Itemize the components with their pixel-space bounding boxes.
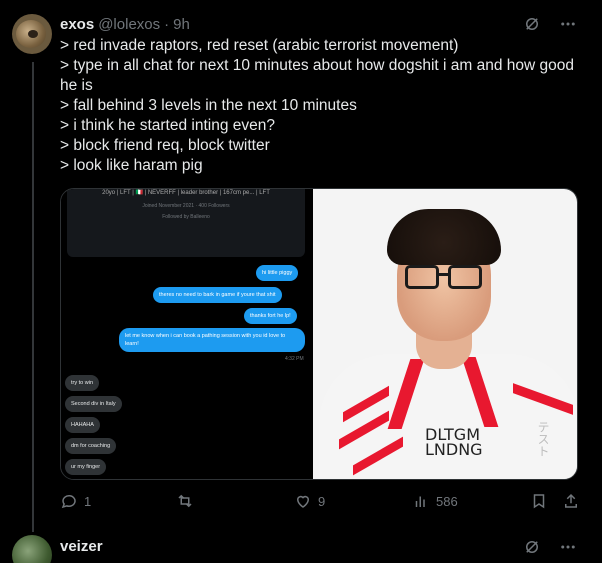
separator-dot: ·	[164, 15, 170, 33]
media-attachment[interactable]: 20yo | LFT | 🇮🇹 | NEVERFF | leader broth…	[60, 188, 578, 480]
bookmark-icon	[533, 494, 545, 509]
glasses-bridge	[438, 273, 449, 276]
message-bubble-outgoing: hi little piggy	[256, 265, 299, 281]
author-name[interactable]: exos	[60, 16, 94, 33]
next-post-author-name[interactable]: veizer	[60, 538, 103, 555]
message-bubble-outgoing: let me know when i can book a pathing se…	[119, 328, 305, 352]
profile-card: 20yo | LFT | 🇮🇹 | NEVERFF | leader broth…	[67, 189, 305, 257]
reply-button[interactable]: 1	[60, 492, 91, 510]
repost-icon	[178, 494, 192, 508]
author-handle[interactable]: @lolexos	[98, 16, 160, 33]
post-line: > block friend req, block twitter	[60, 137, 270, 154]
post-line: > fall behind 3 levels in the next 10 mi…	[60, 97, 357, 114]
more-icon[interactable]	[558, 14, 578, 34]
post-actions: 1 9 586	[60, 492, 578, 512]
share-icon	[565, 493, 577, 508]
thread-connector-line	[32, 62, 34, 532]
message-bubble-incoming: try to win	[65, 375, 100, 391]
message-bubble-outgoing: thanks fort he lp!	[244, 308, 297, 324]
post-line: > look like haram pig	[60, 157, 203, 174]
analytics-icon	[415, 496, 425, 507]
like-button[interactable]: 9	[294, 492, 325, 510]
view-count: 586	[436, 493, 458, 509]
share-button[interactable]	[562, 492, 580, 510]
portrait-photo[interactable]: DLTGM LNDNG テスト	[313, 189, 577, 479]
avatar[interactable]	[12, 14, 52, 54]
next-post-avatar[interactable]	[12, 535, 52, 563]
post-line: > type in all chat for next 10 minutes a…	[60, 57, 574, 94]
views-button[interactable]: 586	[412, 492, 458, 510]
message-bubble-incoming: HAHAHA	[65, 417, 100, 433]
glasses-lens-right	[448, 265, 482, 289]
profile-joined: Joined November 2021 · 400 Followers	[142, 203, 230, 209]
like-count: 9	[318, 493, 326, 509]
post-header: exos @lolexos · 9h	[60, 14, 190, 34]
bookmark-button[interactable]	[530, 492, 548, 510]
post-text: > red invade raptors, red reset (arabic …	[60, 36, 590, 176]
hair	[387, 209, 501, 265]
grok-icon[interactable]	[522, 537, 542, 557]
post-time[interactable]: 9h	[173, 16, 190, 33]
repost-button[interactable]	[176, 492, 200, 510]
message-timestamp: 4:32 PM	[285, 356, 304, 362]
dm-screenshot-image[interactable]: 20yo | LFT | 🇮🇹 | NEVERFF | leader broth…	[61, 189, 311, 479]
post-line: > red invade raptors, red reset (arabic …	[60, 37, 459, 54]
profile-followed-by: Followed by Balleeno	[162, 214, 210, 220]
grok-icon[interactable]	[522, 14, 542, 34]
more-icon[interactable]	[558, 537, 578, 557]
profile-bio: 20yo | LFT | 🇮🇹 | NEVERFF | leader broth…	[102, 190, 270, 196]
jersey-jp-text: テスト	[536, 421, 550, 457]
glasses-lens-left	[405, 265, 439, 289]
message-bubble-outgoing: theres no need to bark in game if youre …	[153, 287, 282, 303]
message-bubble-incoming: ur my finger	[65, 459, 107, 475]
reply-count: 1	[84, 493, 92, 509]
message-bubble-incoming: Second div in Italy	[65, 396, 122, 412]
post-top-icons	[522, 14, 578, 34]
heart-icon	[296, 495, 310, 508]
avatar-detail	[28, 30, 38, 38]
message-bubble-incoming: dm for coaching	[65, 438, 117, 454]
jersey-text-line: LNDNG	[425, 440, 483, 459]
post-line: > i think he started inting even?	[60, 117, 275, 134]
reply-icon	[61, 495, 76, 509]
jersey-text: DLTGM LNDNG	[425, 427, 483, 459]
next-post-top-icons	[522, 537, 578, 557]
